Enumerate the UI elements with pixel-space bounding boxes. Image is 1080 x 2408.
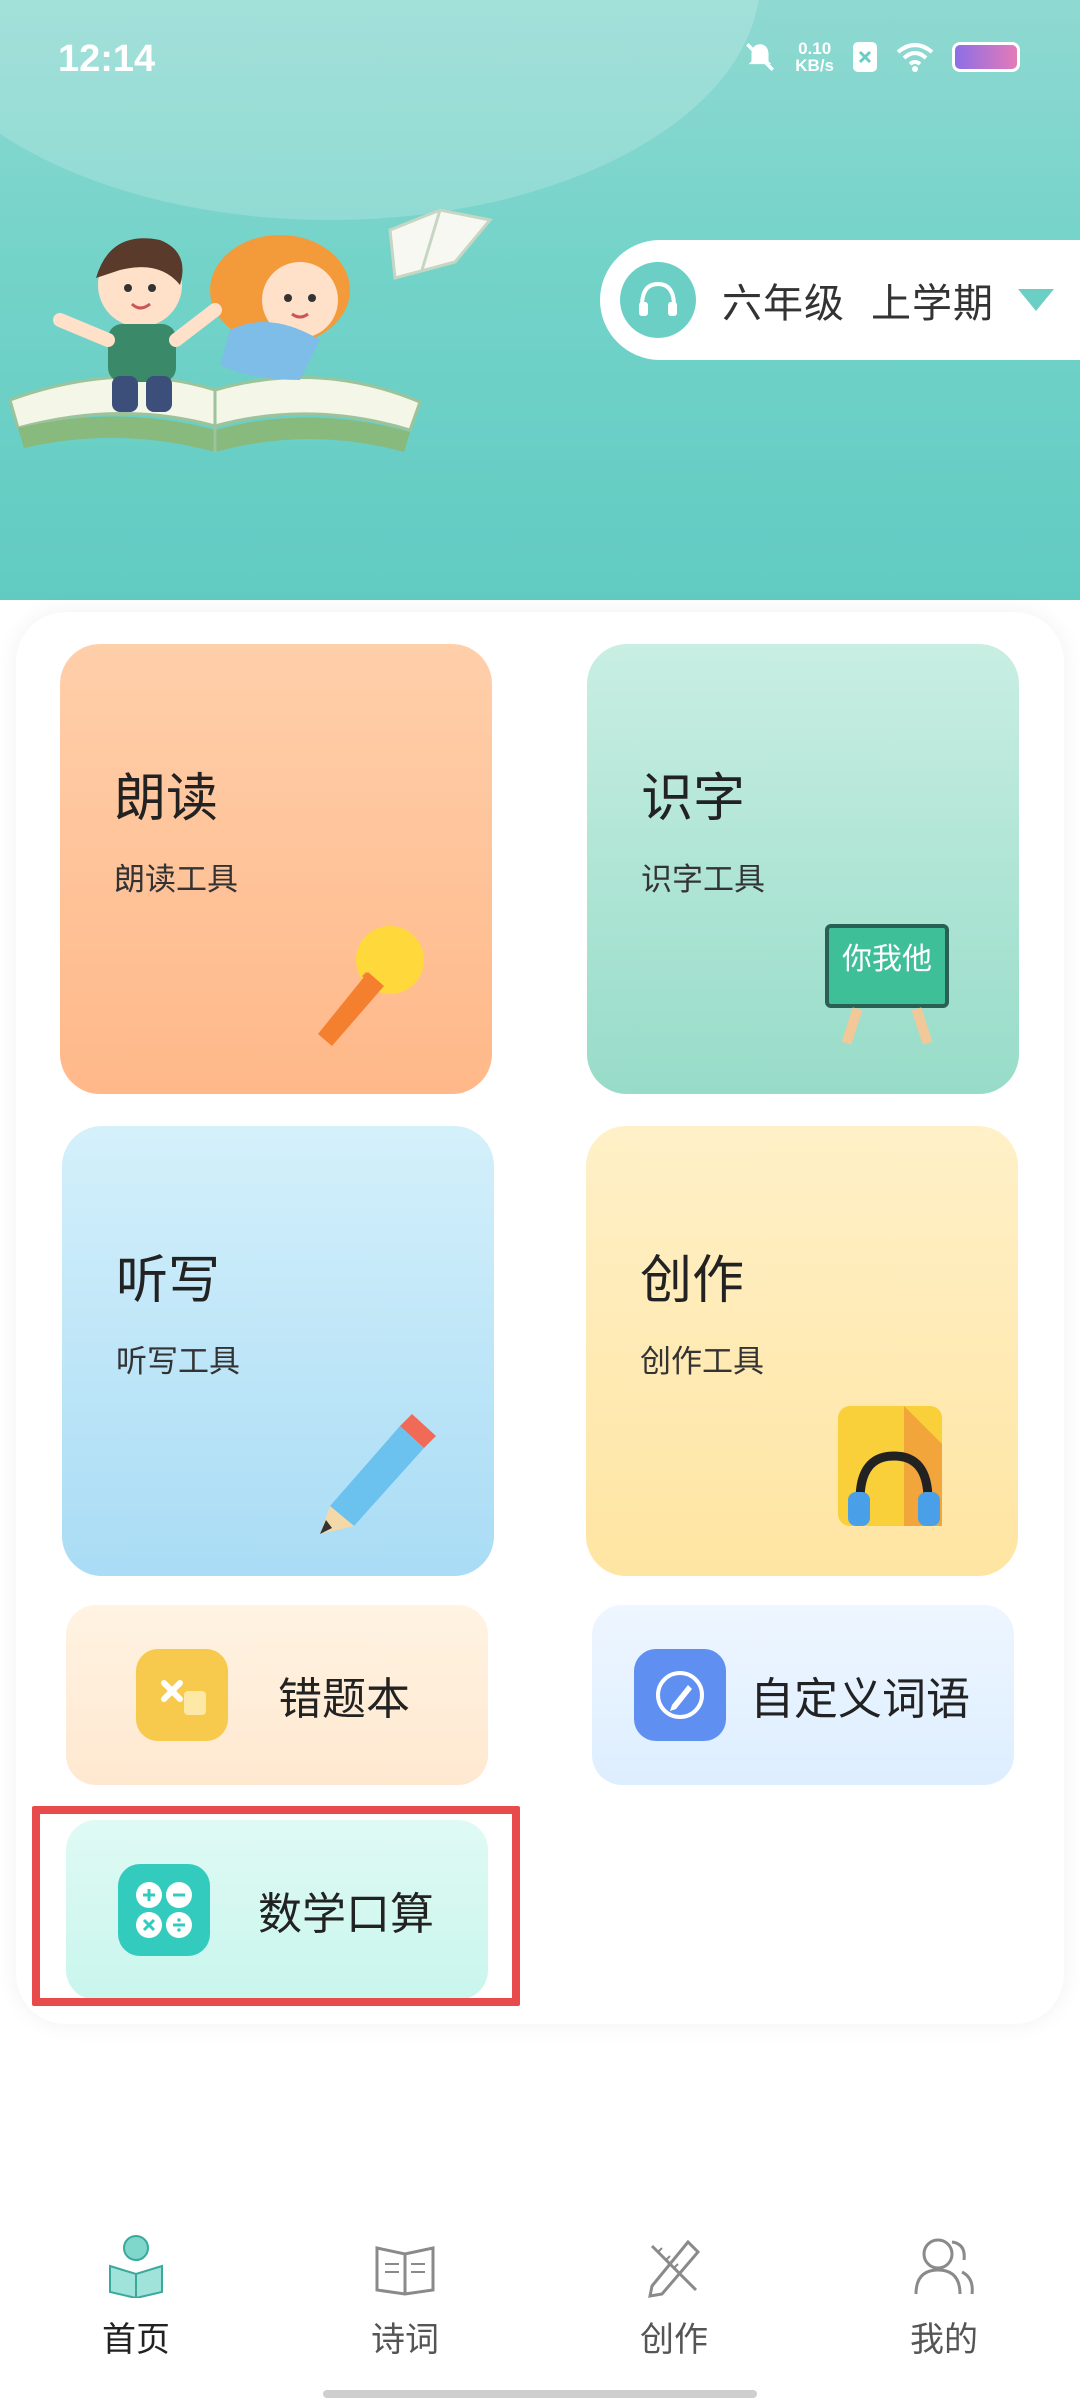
grade-selector[interactable]: 六年级 上学期: [600, 240, 1080, 360]
mute-bell-icon: [746, 43, 775, 71]
wifi-icon: [896, 43, 934, 72]
card-title: 听写: [116, 1251, 221, 1311]
card-subtitle: 创作工具: [640, 1344, 764, 1380]
microphone-icon: [318, 926, 424, 1046]
custom-pen-icon: [634, 1649, 726, 1741]
headphone-logo-icon: [620, 262, 696, 338]
shortcut-label: 数学口算: [258, 1889, 434, 1940]
headphone-notebook-icon: [838, 1406, 942, 1526]
card-subtitle: 听写工具: [116, 1344, 240, 1380]
card-dictation[interactable]: 听写 听写工具: [62, 1126, 494, 1576]
card-subtitle: 朗读工具: [114, 862, 238, 898]
card-title: 创作: [640, 1251, 745, 1311]
pencil-icon: [320, 1414, 436, 1534]
card-title: 朗读: [114, 769, 219, 829]
nav-label: 创作: [640, 2320, 708, 2360]
card-subtitle: 识字工具: [641, 862, 765, 898]
nav-create[interactable]: 创作: [594, 2232, 754, 2361]
status-icons: 0.10 KB/s: [743, 40, 1020, 74]
calculator-icon: [118, 1864, 210, 1956]
nav-label: 诗词: [371, 2320, 439, 2360]
card-title: 识字: [641, 769, 746, 829]
home-indicator[interactable]: [323, 2390, 757, 2398]
shortcut-label: 错题本: [278, 1674, 410, 1725]
card-literacy[interactable]: 识字 识字工具 你我他: [587, 644, 1019, 1094]
shortcut-label: 自定义词语: [750, 1674, 970, 1725]
header-banner: 12:14 0.10 KB/s 六年级 上学期: [0, 0, 1080, 600]
shortcut-math-mental[interactable]: 数学口算: [66, 1820, 488, 2000]
net-speed: 0.10 KB/s: [795, 40, 834, 74]
status-bar: 12:14 0.10 KB/s: [0, 0, 1080, 130]
battery-icon: [952, 42, 1020, 72]
pencil-ruler-icon: [648, 2239, 701, 2298]
sim-disabled-icon: [853, 42, 877, 72]
term-value: 上学期: [871, 281, 994, 327]
shortcut-custom-words[interactable]: 自定义词语: [592, 1605, 1014, 1785]
card-read-aloud[interactable]: 朗读 朗读工具: [60, 644, 492, 1094]
profile-icon: [914, 2238, 974, 2295]
nav-label: 我的: [910, 2320, 978, 2360]
book-icon: [375, 2246, 435, 2296]
nav-poetry[interactable]: 诗词: [325, 2232, 485, 2361]
blackboard-text: 你我他: [825, 924, 949, 1008]
grade-value: 六年级: [722, 281, 845, 327]
nav-profile[interactable]: 我的: [864, 2232, 1024, 2361]
wrong-notebook-icon: [136, 1649, 228, 1741]
net-speed-unit: KB/s: [795, 56, 834, 75]
nav-home[interactable]: 首页: [56, 2232, 216, 2361]
home-reading-icon: [109, 2235, 163, 2300]
status-time: 12:14: [58, 38, 156, 80]
shortcut-wrong-questions[interactable]: 错题本: [66, 1605, 488, 1785]
kids-on-book-illustration: [8, 208, 493, 452]
dropdown-triangle-icon: [1018, 289, 1054, 311]
bottom-nav: 首页 诗词 创作 我的: [0, 2222, 1080, 2408]
net-speed-value: 0.10: [798, 39, 832, 58]
blackboard-icon: 你我他: [825, 924, 949, 1045]
card-creation[interactable]: 创作 创作工具: [586, 1126, 1018, 1576]
nav-label: 首页: [102, 2320, 170, 2360]
grade-label: 六年级 上学期: [722, 271, 994, 329]
